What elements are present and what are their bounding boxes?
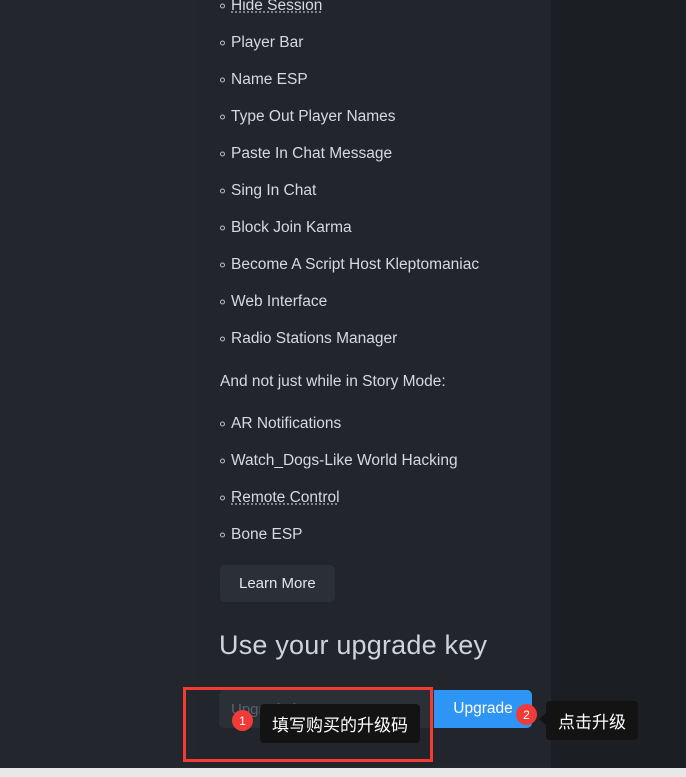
bullet-circle-icon [220, 336, 225, 341]
feature-label: Radio Stations Manager [231, 329, 398, 347]
feature-list-item: Web Interface [198, 283, 551, 320]
feature-list-item: Player Bar [198, 24, 551, 61]
feature-label: AR Notifications [231, 414, 342, 432]
feature-content-card: Hide Session Player Bar Name ESP Type Out P… [198, 0, 551, 766]
feature-label: Type Out Player Names [231, 107, 396, 125]
feature-list-item: Watch_Dogs-Like World Hacking [198, 442, 551, 479]
feature-label: Become A Script Host Kleptomaniac [231, 255, 480, 273]
bullet-circle-icon [220, 188, 225, 193]
bullet-circle-icon [220, 262, 225, 267]
feature-list-item: Radio Stations Manager [198, 320, 551, 357]
feature-label: Sing In Chat [231, 181, 317, 199]
feature-list-item: Paste In Chat Message [198, 135, 551, 172]
feature-label: Paste In Chat Message [231, 144, 393, 162]
bullet-circle-icon [220, 151, 225, 156]
feature-list-item: Hide Session [198, 0, 551, 24]
feature-label: Remote Control [231, 488, 340, 506]
bullet-circle-icon [220, 3, 225, 8]
page-background-right [551, 0, 686, 768]
feature-list-item: Remote Control [198, 479, 551, 516]
feature-list-item: Bone ESP [198, 516, 551, 553]
upgrade-section-heading: Use your upgrade key [219, 630, 488, 660]
bullet-circle-icon [220, 458, 225, 463]
annotation-step-2-tooltip: 点击升级 [539, 701, 638, 740]
bullet-circle-icon [220, 225, 225, 230]
feature-list-item: Become A Script Host Kleptomaniac [198, 246, 551, 283]
feature-list-item: AR Notifications [198, 405, 551, 442]
feature-list-item: Block Join Karma [198, 209, 551, 246]
feature-label: Name ESP [231, 70, 308, 88]
bullet-circle-icon [220, 495, 225, 500]
learn-more-button[interactable]: Learn More [220, 565, 335, 602]
feature-label: Bone ESP [231, 525, 303, 543]
annotation-step-1-tooltip: 填写购买的升级码 [260, 704, 420, 743]
feature-label: Web Interface [231, 292, 328, 310]
bullet-circle-icon [220, 421, 225, 426]
bullet-circle-icon [220, 40, 225, 45]
feature-label: Watch_Dogs-Like World Hacking [231, 451, 458, 469]
feature-list-item: Type Out Player Names [198, 98, 551, 135]
feature-list-item: Sing In Chat [198, 172, 551, 209]
feature-label: Hide Session [231, 0, 323, 14]
annotation-step-2-badge: 2 [516, 704, 537, 725]
annotation-step-1-badge: 1 [232, 710, 253, 731]
section-note: And not just while in Story Mode: [220, 373, 446, 390]
feature-label: Player Bar [231, 33, 304, 51]
feature-list-item: Name ESP [198, 61, 551, 98]
bullet-circle-icon [220, 114, 225, 119]
other-feature-list: AR Notifications Watch_Dogs-Like World Ha… [198, 405, 551, 553]
feature-label: Block Join Karma [231, 218, 352, 236]
bullet-circle-icon [220, 77, 225, 82]
bullet-circle-icon [220, 532, 225, 537]
story-mode-feature-list: Hide Session Player Bar Name ESP Type Out P… [198, 0, 551, 357]
bullet-circle-icon [220, 299, 225, 304]
browser-bottom-bar [0, 768, 686, 777]
